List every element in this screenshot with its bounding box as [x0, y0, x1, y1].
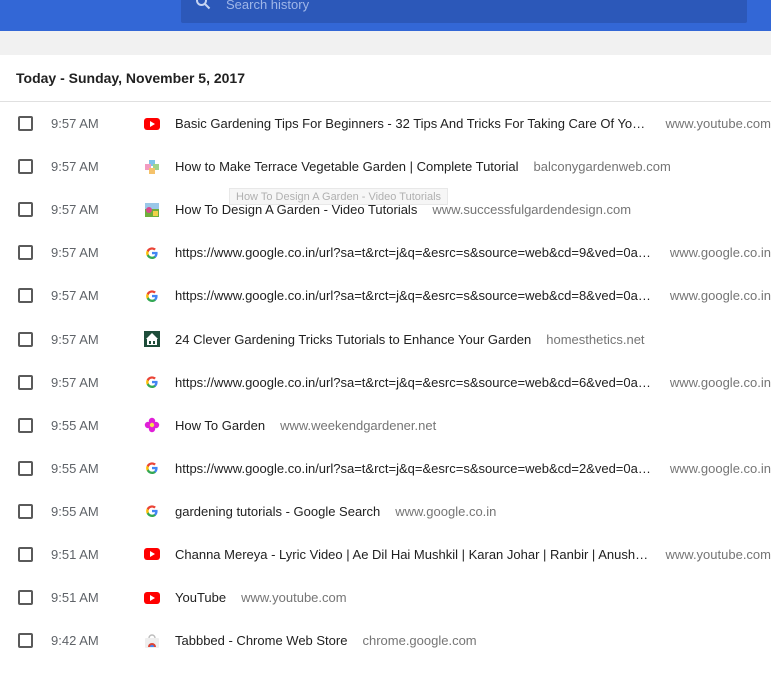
history-row[interactable]: 9:57 AM 24 Clever Gardening Tricks Tutori… — [0, 317, 771, 360]
entry: Basic Gardening Tips For Beginners - 32 … — [175, 116, 771, 131]
google-icon — [144, 503, 160, 519]
entry-domain: www.google.co.in — [669, 288, 771, 304]
history-row[interactable]: 9:51 AM Channa Mereya - Lyric Video | Ae … — [0, 533, 771, 576]
history-row[interactable]: 9:57 AM How to Make Terrace Vegetable Gar… — [0, 145, 771, 188]
entry-domain: www.google.co.in — [669, 460, 771, 476]
history-row[interactable]: 9:55 AM https://www.google.co.in/url?sa=t… — [0, 447, 771, 490]
row-checkbox[interactable] — [18, 374, 33, 390]
row-checkbox[interactable] — [18, 633, 33, 649]
row-checkbox[interactable] — [18, 116, 33, 132]
entry-title-link[interactable]: How To Garden — [175, 418, 265, 433]
visit-time: 9:57 AM — [51, 331, 99, 347]
entry-title-link[interactable]: https://www.google.co.in/url?sa=t&rct=j&… — [175, 288, 655, 303]
google-icon — [144, 245, 160, 261]
entry-domain: balconygardenweb.com — [533, 159, 671, 175]
date-header: Today - Sunday, November 5, 2017 — [0, 55, 771, 102]
entry-title-link[interactable]: https://www.google.co.in/url?sa=t&rct=j&… — [175, 461, 655, 476]
entry-domain: www.google.co.in — [395, 503, 497, 519]
youtube-icon — [144, 116, 160, 132]
balconygarden-icon — [144, 159, 160, 175]
visit-time: 9:51 AM — [51, 590, 99, 606]
history-row[interactable]: 9:55 AM How To Garden www.weekendgardener.… — [0, 404, 771, 447]
entry-domain: www.youtube.com — [665, 116, 771, 132]
row-checkbox[interactable] — [18, 288, 33, 304]
chrome-web-store-icon — [144, 633, 160, 649]
search-input[interactable] — [226, 0, 726, 12]
entry: https://www.google.co.in/url?sa=t&rct=j&… — [175, 461, 771, 476]
visit-time: 9:57 AM — [51, 245, 99, 261]
entry-title-link[interactable]: https://www.google.co.in/url?sa=t&rct=j&… — [175, 245, 655, 260]
title-tooltip: How To Design A Garden - Video Tutorials — [229, 188, 449, 205]
entry-title-link[interactable]: Channa Mereya - Lyric Video | Ae Dil Hai… — [175, 547, 651, 562]
entry: https://www.google.co.in/url?sa=t&rct=j&… — [175, 288, 771, 303]
entry: How To Garden www.weekendgardener.net — [175, 418, 771, 433]
entry-domain: www.successfulgardendesign.com — [432, 202, 632, 218]
entry-domain: www.youtube.com — [665, 546, 771, 562]
history-row[interactable]: 9:57 AM https://www.google.co.in/url?sa=t… — [0, 274, 771, 317]
entry-title-link[interactable]: 24 Clever Gardening Tricks Tutorials to … — [175, 332, 531, 347]
row-checkbox[interactable] — [18, 503, 33, 519]
search-icon[interactable] — [195, 0, 211, 10]
row-checkbox[interactable] — [18, 202, 33, 218]
row-checkbox[interactable] — [18, 460, 33, 476]
row-checkbox[interactable] — [18, 590, 33, 606]
row-checkbox[interactable] — [18, 331, 33, 347]
flower-icon — [144, 417, 160, 433]
successfulgarden-icon — [144, 202, 160, 218]
entry-title-link[interactable]: How to Make Terrace Vegetable Garden | C… — [175, 159, 518, 174]
entry: https://www.google.co.in/url?sa=t&rct=j&… — [175, 375, 771, 390]
visit-time: 9:55 AM — [51, 503, 99, 519]
entry: Tabbbed - Chrome Web Store chrome.google.… — [175, 633, 771, 648]
entry-domain: www.weekendgardener.net — [280, 417, 437, 433]
visit-time: 9:55 AM — [51, 460, 99, 476]
history-row[interactable]: 9:57 AM https://www.google.co.in/url?sa=t… — [0, 361, 771, 404]
youtube-icon — [144, 590, 160, 606]
entry: How to Make Terrace Vegetable Garden | C… — [175, 159, 771, 174]
row-checkbox[interactable] — [18, 159, 33, 175]
visit-time: 9:55 AM — [51, 417, 99, 433]
youtube-icon — [144, 546, 160, 562]
entry-domain: www.youtube.com — [241, 590, 347, 606]
entry: 24 Clever Gardening Tricks Tutorials to … — [175, 332, 771, 347]
visit-time: 9:57 AM — [51, 159, 99, 175]
entry-title-link[interactable]: gardening tutorials - Google Search — [175, 504, 380, 519]
history-list: 9:57 AM Basic Gardening Tips For Beginner… — [0, 102, 771, 662]
entry-domain: www.google.co.in — [669, 374, 771, 390]
entry-domain: homesthetics.net — [546, 331, 645, 347]
history-row[interactable]: 9:42 AM Tabbbed - Chrome Web Store chrome.… — [0, 619, 771, 662]
history-row[interactable]: 9:57 AM Basic Gardening Tips For Beginner… — [0, 102, 771, 145]
visit-time: 9:57 AM — [51, 288, 99, 304]
entry: gardening tutorials - Google Search www.g… — [175, 504, 771, 519]
history-row[interactable]: 9:57 AM https://www.google.co.in/url?sa=t… — [0, 231, 771, 274]
entry-title-link[interactable]: https://www.google.co.in/url?sa=t&rct=j&… — [175, 375, 655, 390]
toolbar — [0, 0, 771, 31]
visit-time: 9:51 AM — [51, 546, 99, 562]
search-box[interactable] — [181, 0, 747, 23]
entry: https://www.google.co.in/url?sa=t&rct=j&… — [175, 245, 771, 260]
row-checkbox[interactable] — [18, 245, 33, 261]
google-icon — [144, 460, 160, 476]
google-icon — [144, 374, 160, 390]
history-card: Today - Sunday, November 5, 2017 9:57 AM… — [0, 55, 771, 673]
visit-time: 9:57 AM — [51, 116, 99, 132]
entry-title-link[interactable]: Basic Gardening Tips For Beginners - 32 … — [175, 116, 651, 131]
entry-title-link[interactable]: Tabbbed - Chrome Web Store — [175, 633, 347, 648]
row-checkbox[interactable] — [18, 546, 33, 562]
google-icon — [144, 288, 160, 304]
row-checkbox[interactable] — [18, 417, 33, 433]
history-row[interactable]: 9:55 AM gardening tutorials - Google Sear… — [0, 490, 771, 533]
entry-domain: www.google.co.in — [669, 245, 771, 261]
visit-time: 9:57 AM — [51, 374, 99, 390]
entry: YouTube www.youtube.com — [175, 590, 771, 605]
entry: Channa Mereya - Lyric Video | Ae Dil Hai… — [175, 547, 771, 562]
entry-domain: chrome.google.com — [362, 633, 477, 649]
homesthetics-icon — [144, 331, 160, 348]
visit-time: 9:57 AM — [51, 202, 99, 218]
history-row[interactable]: 9:51 AM YouTube www.youtube.com — [0, 576, 771, 619]
visit-time: 9:42 AM — [51, 633, 99, 649]
entry-title-link[interactable]: YouTube — [175, 590, 226, 605]
